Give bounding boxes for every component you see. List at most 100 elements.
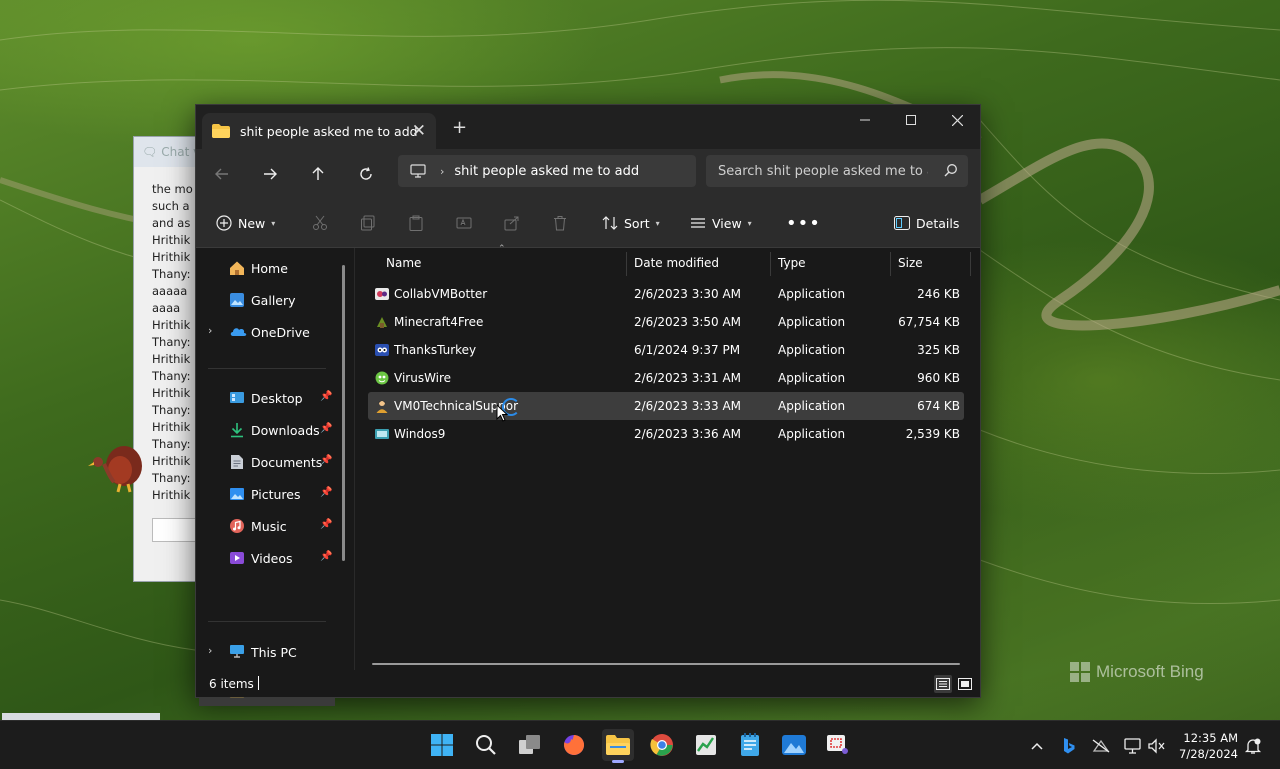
nav-item-home[interactable]: Home: [196, 254, 336, 282]
trash-icon: [554, 216, 566, 231]
file-row[interactable]: ThanksTurkey 6/1/2024 9:37 PM Application 3…: [368, 336, 964, 364]
column-header-type[interactable]: Type: [778, 248, 806, 278]
search-box[interactable]: Search shit people asked me to a: [706, 155, 968, 187]
column-separator[interactable]: [770, 252, 771, 276]
copy-button[interactable]: [360, 211, 376, 235]
network-tray-button[interactable]: [1090, 735, 1112, 757]
minimize-button[interactable]: [842, 105, 888, 135]
sort-button[interactable]: Sort ▾: [602, 211, 660, 235]
chat-line: Hrithik: [152, 420, 191, 434]
details-pane-button[interactable]: Details: [894, 211, 959, 235]
chat-window[interactable]: 🗨 Chat v the mo such a and as Hrithik Hrithi…: [133, 136, 201, 582]
pin-icon[interactable]: 📌: [320, 487, 332, 498]
bing-tray-button[interactable]: [1058, 735, 1080, 757]
breadcrumb-current[interactable]: shit people asked me to add: [454, 164, 639, 179]
horizontal-scrollbar[interactable]: [372, 663, 960, 665]
notepad-taskbar-button[interactable]: [734, 729, 766, 761]
nav-item-documents[interactable]: Documents 📌: [196, 448, 336, 476]
file-type: Application: [778, 427, 846, 441]
file-date: 2/6/2023 3:31 AM: [634, 371, 742, 385]
chat-input[interactable]: [152, 518, 200, 542]
pane-divider[interactable]: [354, 248, 355, 670]
new-button[interactable]: New ▾: [216, 211, 275, 235]
column-header-size[interactable]: Size: [898, 248, 923, 278]
tab-current-folder[interactable]: shit people asked me to add ✕: [202, 113, 436, 149]
column-header-date[interactable]: Date modified: [634, 248, 719, 278]
chat-line: Thany:: [152, 471, 191, 485]
breadcrumb-separator-icon[interactable]: ›: [440, 165, 444, 178]
rename-icon: [456, 217, 472, 229]
paste-button[interactable]: [408, 211, 424, 235]
column-separator[interactable]: [626, 252, 627, 276]
chat-line: Hrithik: [152, 233, 191, 247]
file-size: 67,754 KB: [898, 315, 960, 329]
close-window-button[interactable]: [934, 105, 980, 135]
column-separator[interactable]: [890, 252, 891, 276]
new-tab-icon[interactable]: +: [452, 117, 467, 138]
file-row[interactable]: VM0TechnicalSuppor 2/6/2023 3:33 AM Applic…: [368, 392, 964, 420]
nav-item-onedrive[interactable]: › OneDrive: [196, 318, 336, 346]
chat-line: aaaa: [152, 301, 181, 315]
file-type: Application: [778, 287, 846, 301]
close-tab-icon[interactable]: ✕: [412, 121, 426, 141]
task-manager-taskbar-button[interactable]: [690, 729, 722, 761]
start-button[interactable]: [426, 729, 458, 761]
firefox-taskbar-button[interactable]: [558, 729, 590, 761]
chat-window-titlebar[interactable]: 🗨 Chat v: [134, 137, 200, 167]
pin-icon[interactable]: 📌: [320, 455, 332, 466]
nav-item-downloads[interactable]: Downloads 📌: [196, 416, 336, 444]
file-row[interactable]: Minecraft4Free 2/6/2023 3:50 AM Applicatio…: [368, 308, 964, 336]
address-bar[interactable]: › shit people asked me to add: [398, 155, 696, 187]
pin-icon[interactable]: 📌: [320, 391, 332, 402]
notifications-button[interactable]: [1242, 735, 1264, 757]
back-button[interactable]: [206, 160, 238, 188]
nav-item-music[interactable]: Music 📌: [196, 512, 336, 540]
file-row[interactable]: Windos9 2/6/2023 3:36 AM Application 2,539 …: [368, 420, 964, 448]
file-row[interactable]: CollabVMBotter 2/6/2023 3:30 AM Applicatio…: [368, 280, 964, 308]
nav-pane-scrollbar[interactable]: [342, 265, 345, 561]
show-hidden-icons-button[interactable]: [1026, 735, 1048, 757]
snipping-tool-taskbar-button[interactable]: [822, 729, 854, 761]
chevron-right-icon[interactable]: ›: [208, 324, 212, 337]
delete-button[interactable]: [552, 211, 568, 235]
volume-tray-button[interactable]: [1146, 735, 1168, 757]
view-button[interactable]: View ▾: [690, 211, 752, 235]
chrome-taskbar-button[interactable]: [646, 729, 678, 761]
file-size: 960 KB: [917, 371, 960, 385]
share-button[interactable]: [504, 211, 520, 235]
search-input[interactable]: Search shit people asked me to a: [718, 164, 928, 179]
forward-button[interactable]: [254, 160, 286, 188]
nav-item-desktop[interactable]: Desktop 📌: [196, 384, 336, 412]
chevron-right-icon[interactable]: ›: [208, 644, 212, 657]
nav-item-label: Videos: [251, 551, 293, 566]
more-options-icon[interactable]: •••: [786, 211, 821, 235]
chat-line: aaaaa: [152, 284, 188, 298]
task-view-button[interactable]: [514, 729, 546, 761]
pin-icon[interactable]: 📌: [320, 423, 332, 434]
rename-button[interactable]: [456, 211, 472, 235]
nav-item-videos[interactable]: Videos 📌: [196, 544, 336, 572]
pin-icon[interactable]: 📌: [320, 519, 332, 530]
column-header-name[interactable]: Name: [386, 248, 421, 278]
cut-button[interactable]: [312, 211, 328, 235]
up-button[interactable]: [302, 160, 334, 188]
refresh-button[interactable]: [350, 160, 382, 188]
pin-icon[interactable]: 📌: [320, 551, 332, 562]
nav-item-gallery[interactable]: Gallery: [196, 286, 336, 314]
column-separator[interactable]: [970, 252, 971, 276]
tiles-view-button[interactable]: [956, 675, 974, 693]
taskbar-clock[interactable]: 12:35 AM 7/28/2024: [1176, 730, 1238, 762]
details-view-button[interactable]: [934, 675, 952, 693]
microsoft-logo-icon: [1070, 662, 1090, 682]
music-icon: [230, 519, 244, 533]
photos-taskbar-button[interactable]: [778, 729, 810, 761]
nav-item-pictures[interactable]: Pictures 📌: [196, 480, 336, 508]
nav-item-label: Desktop: [251, 391, 303, 406]
maximize-button[interactable]: [888, 105, 934, 135]
taskbar-search-button[interactable]: [470, 729, 502, 761]
file-explorer-window[interactable]: shit people asked me to add ✕ + › shit p…: [195, 104, 981, 706]
nav-item-this-pc[interactable]: › This PC: [196, 638, 336, 666]
file-explorer-taskbar-button[interactable]: [602, 729, 634, 763]
display-tray-button[interactable]: [1122, 735, 1144, 757]
file-row[interactable]: VirusWire 2/6/2023 3:31 AM Application 960 …: [368, 364, 964, 392]
